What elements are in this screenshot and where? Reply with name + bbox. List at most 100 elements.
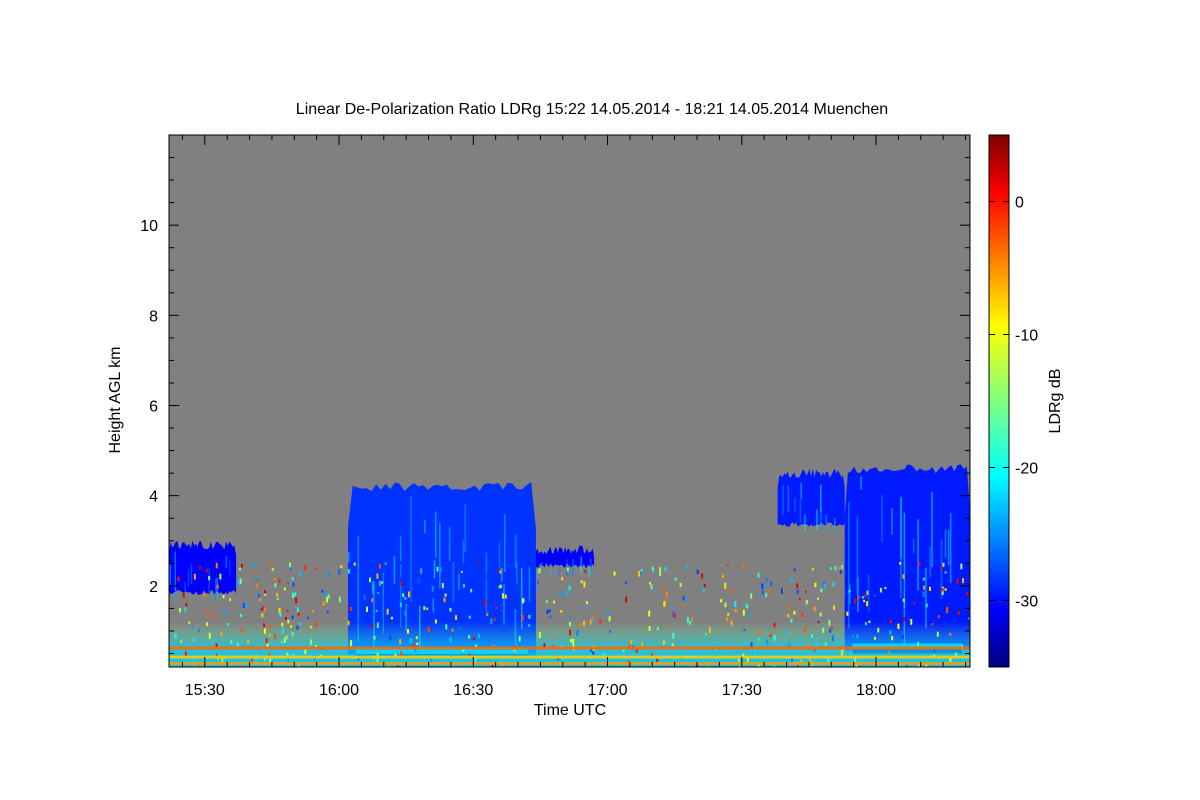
speckle [380,581,383,584]
speckle [261,613,264,618]
speckle [521,598,524,604]
cloud-streak [184,582,186,593]
speckle [170,649,173,653]
speckle [761,589,764,596]
speckle [770,581,773,587]
speckle [750,593,753,599]
speckle [286,652,289,656]
speckle [501,593,504,599]
speckle [371,598,374,603]
speckle [274,634,277,639]
speckle [737,659,740,662]
speckle [745,603,748,607]
speckle [276,597,279,600]
speckle [307,616,310,619]
speckle [584,569,587,573]
speckle [410,638,413,643]
speckle [798,598,801,601]
speckle [276,592,279,598]
speckle [785,628,788,635]
speckle [404,610,407,617]
speckle [674,577,677,581]
speckle [944,588,947,591]
y-tick-label: 6 [149,399,158,416]
speckle [922,591,925,598]
speckle [672,632,675,639]
speckle [824,642,827,646]
speckle [922,577,925,581]
speckle [856,634,859,639]
cloud-streak [528,567,531,602]
speckle [602,653,605,656]
speckle [888,651,891,654]
feature-elevated-cloud [777,468,845,532]
cloud-streak [208,568,210,596]
speckle [349,626,352,631]
speckle [280,640,283,643]
speckle [665,591,668,597]
speckle [726,617,729,622]
speckle [589,619,592,625]
cloud-streak [174,551,176,591]
speckle [960,563,963,570]
speckle [539,568,542,573]
speckle [291,592,294,599]
speckle [727,613,730,616]
speckle [268,633,271,637]
speckle [851,635,854,638]
speckle [295,597,298,604]
speckle [182,592,185,598]
speckle [865,601,868,607]
speckle [936,631,939,637]
speckle [640,569,643,572]
speckle [830,627,833,630]
speckle [734,601,737,608]
cloud-streak [912,538,915,554]
speckle [208,576,211,581]
speckle [402,593,405,598]
cloud-streak [399,564,402,628]
speckle [753,650,756,655]
speckle [566,590,569,596]
speckle [823,584,826,590]
speckle [545,600,548,603]
cloud-streak [588,566,591,577]
speckle [796,583,799,588]
speckle [230,639,233,645]
speckle [287,581,290,585]
speckle [815,642,818,647]
speckle [192,638,195,641]
cloud-streak [944,529,947,558]
speckle [639,571,642,575]
speckle [470,588,473,593]
speckle [689,620,692,625]
speckle [671,643,674,647]
speckle [917,642,920,647]
speckle [757,638,760,641]
speckle [477,633,480,639]
speckle [942,562,945,567]
speckle [889,630,892,635]
cloud-streak [169,564,171,586]
speckle [255,578,258,582]
speckle [256,583,259,589]
speckle [258,598,261,601]
speckle [285,635,288,640]
cloud-streak [572,559,574,576]
y-tick-label: 8 [149,308,158,325]
speckle [294,592,297,597]
speckle [485,573,488,580]
speckle [864,594,867,598]
speckle [569,616,572,619]
speckle [242,603,245,608]
cloud-streak [432,598,435,613]
speckle [399,602,402,608]
speckle [761,583,764,590]
speckle [922,585,925,590]
speckle [373,635,376,640]
speckle [877,627,880,633]
cloud-streak [891,508,893,535]
speckle [734,608,737,613]
speckle [284,616,287,621]
speckle [245,604,248,609]
